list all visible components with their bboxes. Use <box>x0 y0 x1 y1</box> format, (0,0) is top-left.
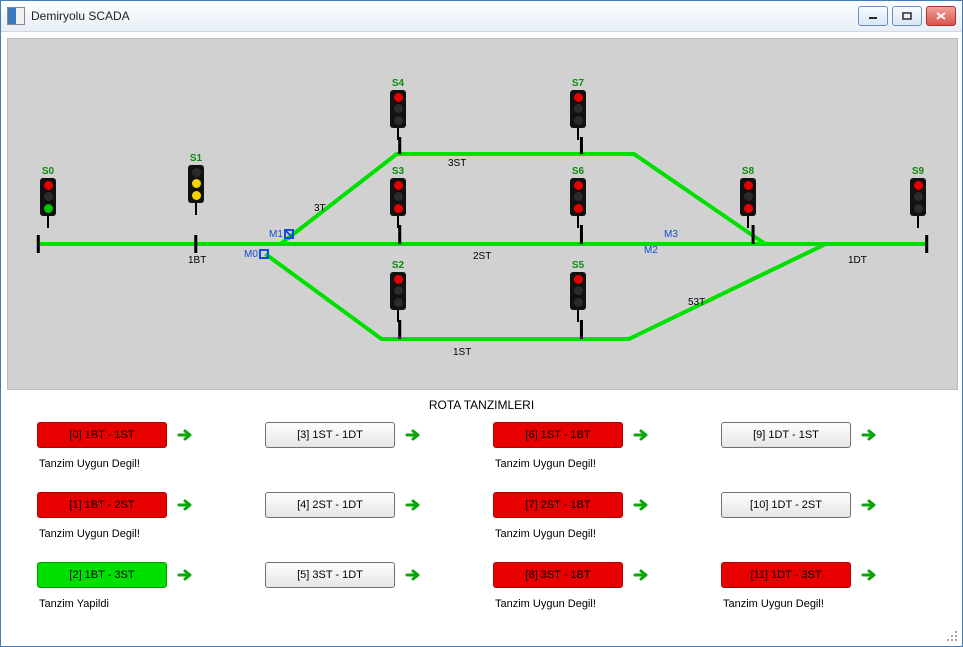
arrow-icon <box>177 427 193 443</box>
signal-s3: S3 <box>388 167 408 228</box>
segment-label-1dt: 1DT <box>848 255 867 266</box>
route-button-7[interactable]: [7] 2ST - 1BT <box>493 492 623 518</box>
arrow-icon <box>405 497 421 513</box>
routes-panel-title: ROTA TANZIMLERI <box>7 398 956 412</box>
segment-label-3st: 3ST <box>448 158 466 169</box>
arrow-icon <box>633 497 649 513</box>
signal-s5: S5 <box>568 261 588 322</box>
route-status-0: Tanzim Uygun Degil! <box>39 458 265 472</box>
marker-label-m0: M0 <box>244 249 258 260</box>
app-icon <box>7 7 25 25</box>
route-status-11: Tanzim Uygun Degil! <box>723 598 949 612</box>
route-button-10[interactable]: [10] 1DT - 2ST <box>721 492 851 518</box>
arrow-icon <box>861 567 877 583</box>
app-window: Demiryolu SCADA <box>0 0 963 647</box>
arrow-icon <box>861 497 877 513</box>
marker-label-m1: M1 <box>269 229 283 240</box>
arrow-icon <box>177 497 193 513</box>
route-button-1[interactable]: [1] 1BT - 2ST <box>37 492 167 518</box>
window-title: Demiryolu SCADA <box>31 9 858 23</box>
segment-label-1bt: 1BT <box>188 255 206 266</box>
titlebar: Demiryolu SCADA <box>1 1 962 32</box>
close-button[interactable] <box>926 6 956 26</box>
marker-label-m2: M2 <box>644 245 658 256</box>
segment-label-53t: 53T <box>688 297 705 308</box>
signal-s8: S8 <box>738 167 758 228</box>
route-button-0[interactable]: [0] 1BT - 1ST <box>37 422 167 448</box>
marker-icon-m1 <box>284 229 294 239</box>
route-button-8[interactable]: [8] 3ST - 1BT <box>493 562 623 588</box>
segment-label-1st: 1ST <box>453 347 471 358</box>
signal-s9: S9 <box>908 167 928 228</box>
arrow-icon <box>405 567 421 583</box>
route-status-1: Tanzim Uygun Degil! <box>39 528 265 542</box>
signal-s2: S2 <box>388 261 408 322</box>
resize-grip-icon[interactable] <box>946 630 958 642</box>
route-status-5 <box>267 598 493 612</box>
maximize-button[interactable] <box>892 6 922 26</box>
arrow-icon <box>405 427 421 443</box>
signal-s6: S6 <box>568 167 588 228</box>
track-diagram: 1BT 3T 3ST 2ST 1ST 53T 1DT M1 M0 M2 M3 S… <box>7 38 958 390</box>
route-button-9[interactable]: [9] 1DT - 1ST <box>721 422 851 448</box>
signal-s4: S4 <box>388 79 408 140</box>
route-status-6: Tanzim Uygun Degil! <box>495 458 721 472</box>
route-button-3[interactable]: [3] 1ST - 1DT <box>265 422 395 448</box>
route-status-9 <box>723 458 949 472</box>
route-status-7: Tanzim Uygun Degil! <box>495 528 721 542</box>
marker-icon-m0 <box>259 249 269 259</box>
route-button-5[interactable]: [5] 3ST - 1DT <box>265 562 395 588</box>
route-status-10 <box>723 528 949 542</box>
route-button-4[interactable]: [4] 2ST - 1DT <box>265 492 395 518</box>
arrow-icon <box>633 427 649 443</box>
signal-s1: S1 <box>186 154 206 215</box>
arrow-icon <box>177 567 193 583</box>
signal-s7: S7 <box>568 79 588 140</box>
routes-grid: [0] 1BT - 1ST Tanzim Uygun Degil! [1] 1B… <box>37 418 956 628</box>
segment-label-2st: 2ST <box>473 251 491 262</box>
route-button-2[interactable]: [2] 1BT - 3ST <box>37 562 167 588</box>
segment-label-3t: 3T <box>314 203 326 214</box>
route-status-3 <box>267 458 493 472</box>
arrow-icon <box>861 427 877 443</box>
route-button-11[interactable]: [11] 1DT - 3ST <box>721 562 851 588</box>
marker-label-m3: M3 <box>664 229 678 240</box>
arrow-icon <box>633 567 649 583</box>
content-area: 1BT 3T 3ST 2ST 1ST 53T 1DT M1 M0 M2 M3 S… <box>1 32 962 646</box>
route-button-6[interactable]: [6] 1ST - 1BT <box>493 422 623 448</box>
signal-s0: S0 <box>38 167 58 228</box>
route-status-4 <box>267 528 493 542</box>
route-status-2: Tanzim Yapildi <box>39 598 265 612</box>
minimize-button[interactable] <box>858 6 888 26</box>
route-status-8: Tanzim Uygun Degil! <box>495 598 721 612</box>
